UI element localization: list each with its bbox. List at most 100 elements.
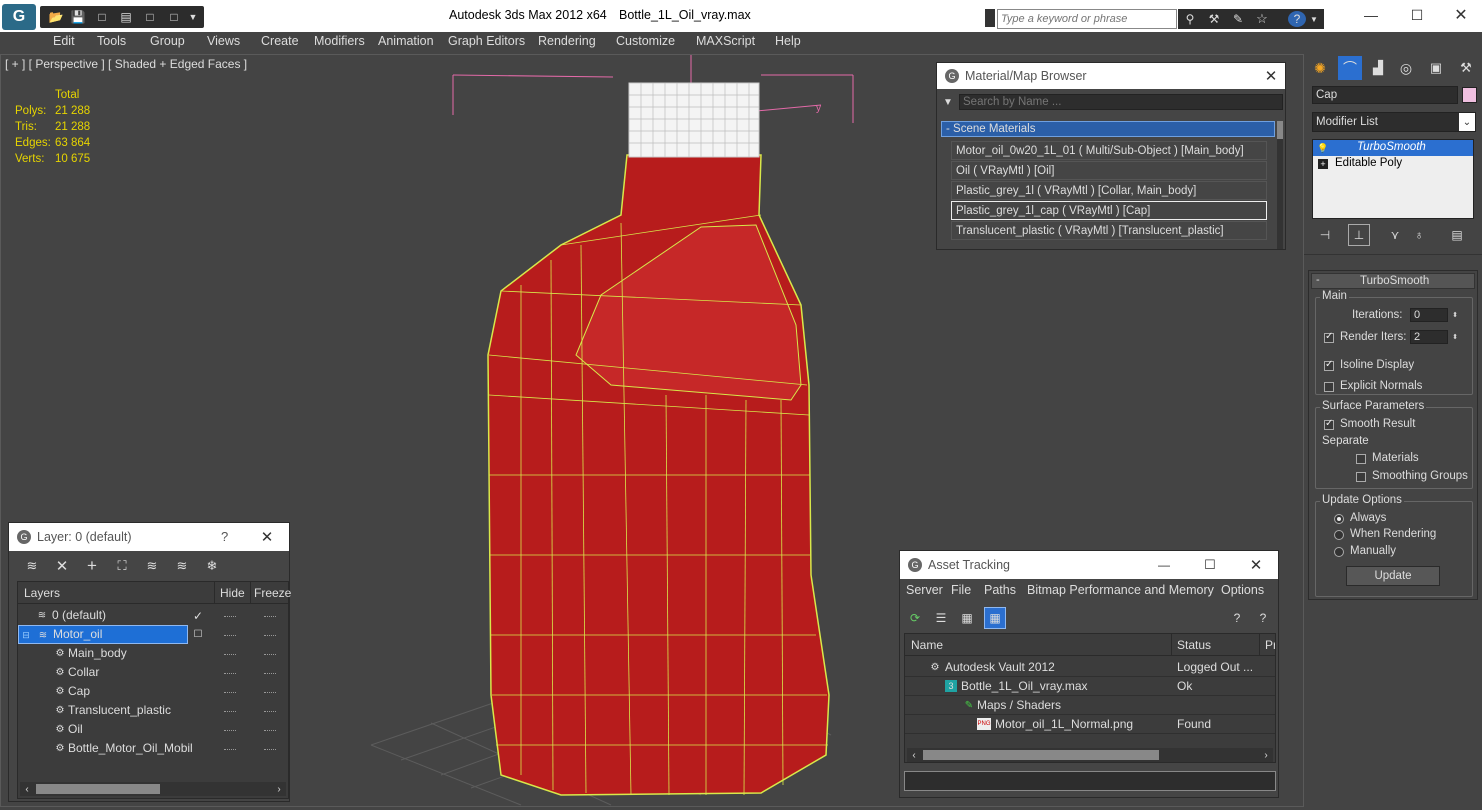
- layer-close-icon[interactable]: ✕: [259, 528, 275, 546]
- delete-layer-icon[interactable]: ✕: [53, 557, 71, 575]
- configure-sets-icon[interactable]: ▤: [1448, 226, 1466, 244]
- update-manually-radio[interactable]: [1334, 547, 1344, 557]
- display-tab-icon[interactable]: ▣: [1426, 58, 1446, 78]
- menu-views[interactable]: Views: [207, 34, 240, 48]
- layer-row[interactable]: ≋ 0 (default): [18, 606, 214, 625]
- layers-column[interactable]: Layers: [24, 586, 60, 600]
- create-layer-icon[interactable]: ≋: [23, 557, 41, 575]
- name-column[interactable]: Name: [911, 638, 943, 652]
- pin-stack-icon[interactable]: ⊣: [1316, 226, 1334, 244]
- freeze-all-icon[interactable]: ❄: [203, 557, 221, 575]
- asset-row[interactable]: ⚙ Autodesk Vault 2012 Logged Out ...: [905, 658, 1275, 677]
- refresh-icon[interactable]: ⟳: [906, 609, 924, 627]
- bottle-mesh[interactable]: [487, 154, 830, 796]
- hide-all-icon[interactable]: ≋: [173, 557, 191, 575]
- render-iters-spinner[interactable]: 2: [1410, 330, 1448, 344]
- undo-icon[interactable]: ▤: [118, 9, 134, 25]
- menu-rendering[interactable]: Rendering: [538, 34, 596, 48]
- material-item[interactable]: Oil ( VRayMtl ) [Oil]: [951, 161, 1267, 180]
- menu-maxscript[interactable]: MAXScript: [696, 34, 755, 48]
- asset-menu-bitmap[interactable]: Bitmap Performance and Memory: [1027, 583, 1214, 597]
- save-icon[interactable]: 💾: [70, 9, 86, 25]
- project-icon[interactable]: □: [166, 9, 182, 25]
- minimize-icon[interactable]: —: [1356, 4, 1386, 26]
- isoline-display-checkbox[interactable]: [1324, 359, 1334, 371]
- object-row[interactable]: ⚙ Collar: [18, 663, 214, 682]
- layer-titlebar[interactable]: G Layer: 0 (default) ? ✕: [9, 523, 289, 551]
- layer-help-button[interactable]: ?: [221, 529, 228, 544]
- active-layer-check-icon[interactable]: ✓: [190, 608, 206, 624]
- menu-animation[interactable]: Animation: [378, 34, 434, 48]
- create-tab-icon[interactable]: ✺: [1310, 58, 1330, 78]
- scroll-right-icon[interactable]: ›: [272, 782, 286, 796]
- list-view-icon[interactable]: ☰: [932, 609, 950, 627]
- render-iters-checkbox[interactable]: [1324, 331, 1334, 343]
- asset-menu-file[interactable]: File: [951, 583, 971, 597]
- asset-path-field[interactable]: [904, 771, 1276, 791]
- spinner-arrows-icon[interactable]: ⬍: [1450, 308, 1460, 322]
- motion-tab-icon[interactable]: ◎: [1396, 58, 1416, 78]
- material-list-scrollbar[interactable]: [1277, 121, 1283, 249]
- asset-menu-server[interactable]: Server: [906, 583, 943, 597]
- update-always-radio[interactable]: [1334, 514, 1344, 524]
- table-view-icon[interactable]: ▦: [984, 607, 1006, 629]
- make-unique-icon[interactable]: ⋎: [1386, 226, 1404, 244]
- browser-options-icon[interactable]: ▼: [941, 95, 955, 109]
- dropdown-arrow-icon[interactable]: ▼: [186, 9, 200, 25]
- binoculars-icon[interactable]: ⚲: [1182, 11, 1198, 27]
- material-item[interactable]: Plastic_grey_1l ( VRayMtl ) [Collar, Mai…: [951, 181, 1267, 200]
- smooth-result-checkbox[interactable]: [1324, 418, 1334, 430]
- close-icon[interactable]: ✕: [1248, 556, 1264, 574]
- menu-help[interactable]: Help: [775, 34, 801, 48]
- utilities-tab-icon[interactable]: ⚒: [1456, 58, 1476, 78]
- material-item[interactable]: Translucent_plastic ( VRayMtl ) [Translu…: [951, 221, 1267, 240]
- help-dropdown-icon[interactable]: ▼: [1308, 11, 1320, 27]
- server-help-icon[interactable]: ?: [1254, 609, 1272, 627]
- rollout-header[interactable]: - TurboSmooth: [1311, 273, 1475, 289]
- freeze-column[interactable]: Freeze: [254, 586, 291, 600]
- scroll-right-icon[interactable]: ›: [1259, 748, 1273, 762]
- search-expand-icon[interactable]: [985, 9, 995, 27]
- modify-tab-icon[interactable]: ⌒: [1338, 56, 1362, 80]
- object-row[interactable]: ⚙ Oil: [18, 720, 214, 739]
- asset-menu-paths[interactable]: Paths: [984, 583, 1016, 597]
- show-end-result-icon[interactable]: ⊥: [1348, 224, 1370, 246]
- layer-row-selected[interactable]: ⊟ ≋ Motor_oil: [18, 625, 188, 644]
- object-color-swatch[interactable]: [1462, 87, 1477, 103]
- add-to-layer-icon[interactable]: +: [83, 556, 101, 575]
- material-item[interactable]: Motor_oil_0w20_1L_01 ( Multi/Sub-Object …: [951, 141, 1267, 160]
- asset-horizontal-scrollbar[interactable]: ‹ ›: [907, 748, 1273, 762]
- asset-row[interactable]: PNG Motor_oil_1L_Normal.png Found: [905, 715, 1275, 734]
- status-column[interactable]: Status: [1177, 638, 1211, 652]
- object-row[interactable]: ⚙ Cap: [18, 682, 214, 701]
- object-row[interactable]: ⚙ Translucent_plastic: [18, 701, 214, 720]
- menu-group[interactable]: Group: [150, 34, 185, 48]
- select-objects-icon[interactable]: ⛶: [113, 557, 131, 575]
- hide-column[interactable]: Hide: [220, 586, 245, 600]
- object-row[interactable]: ⚙ Bottle_Motor_Oil_Mobil: [18, 739, 214, 758]
- menu-edit[interactable]: Edit: [53, 34, 75, 48]
- extra-column[interactable]: Pr: [1265, 638, 1275, 652]
- material-browser-close-icon[interactable]: ✕: [1263, 67, 1279, 85]
- hierarchy-tab-icon[interactable]: ▟: [1368, 58, 1388, 78]
- expand-icon[interactable]: +: [1318, 159, 1328, 169]
- menu-tools[interactable]: Tools: [97, 34, 126, 48]
- modifier-list-dropdown[interactable]: Modifier List ⌄: [1312, 112, 1476, 132]
- new-icon[interactable]: □: [94, 9, 110, 25]
- favorites-star-icon[interactable]: ☆: [1254, 11, 1270, 27]
- material-browser-titlebar[interactable]: G Material/Map Browser ✕: [937, 63, 1285, 89]
- explicit-normals-checkbox[interactable]: [1324, 382, 1334, 392]
- lightbulb-icon[interactable]: 💡: [1317, 142, 1329, 154]
- scroll-left-icon[interactable]: ‹: [20, 782, 34, 796]
- object-row[interactable]: ⚙ Main_body: [18, 644, 214, 663]
- scene-materials-header[interactable]: - Scene Materials: [941, 121, 1275, 137]
- minimize-icon[interactable]: —: [1156, 556, 1172, 574]
- spinner-arrows-icon[interactable]: ⬍: [1450, 330, 1460, 344]
- layer-expand-icon[interactable]: ⊟: [21, 630, 31, 640]
- remove-modifier-icon[interactable]: ♁: [1410, 226, 1428, 244]
- open-file-icon[interactable]: 📂: [48, 9, 64, 25]
- menu-create[interactable]: Create: [261, 34, 299, 48]
- search-input[interactable]: [997, 9, 1177, 29]
- maximize-icon[interactable]: ☐: [1202, 556, 1218, 574]
- menu-modifiers[interactable]: Modifiers: [314, 34, 365, 48]
